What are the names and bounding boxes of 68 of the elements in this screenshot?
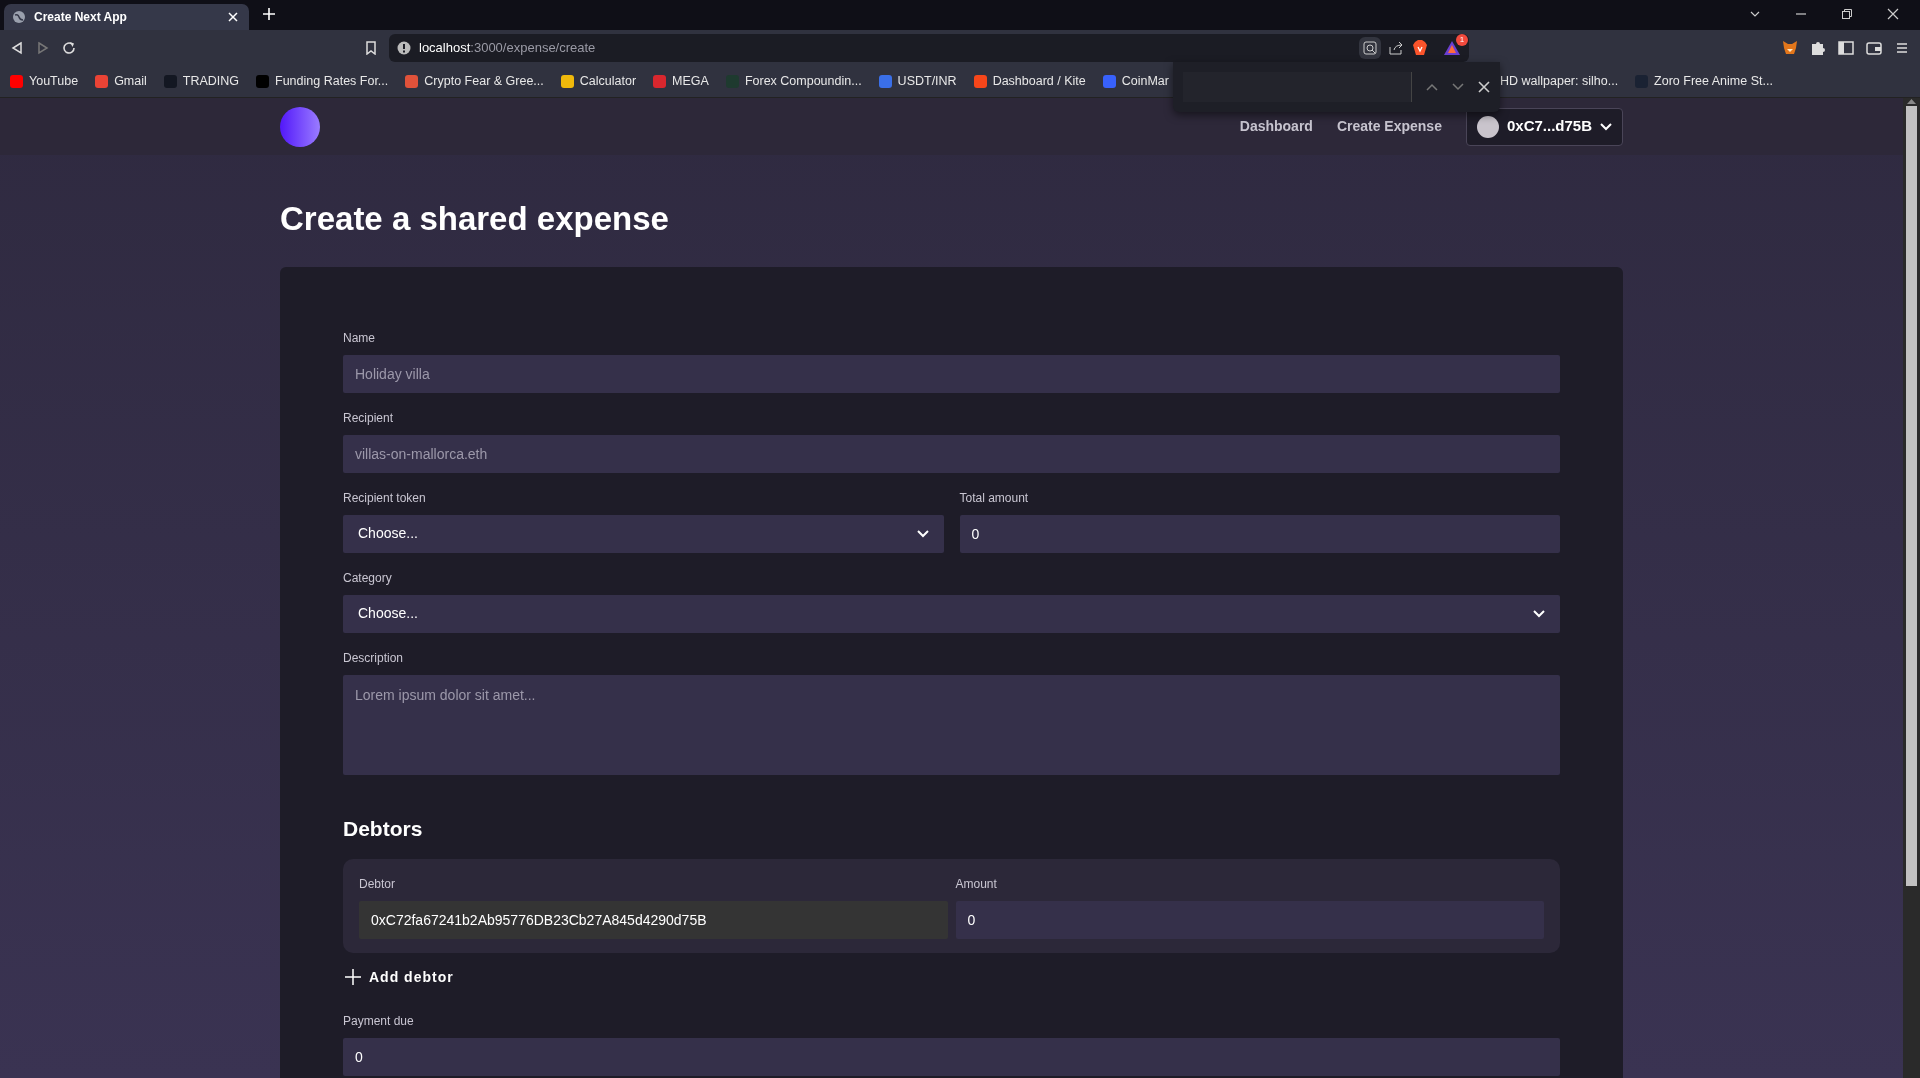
- bookmark[interactable]: CoinMar: [1102, 72, 1169, 91]
- info-icon: [397, 41, 411, 55]
- input-field[interactable]: 0xC72fa67241b2Ab95776DB23Cb27A845d4290d75B: [359, 900, 948, 939]
- chevron-down-icon[interactable]: [1452, 83, 1464, 91]
- restore-icon[interactable]: [1841, 8, 1853, 20]
- plus-icon: [345, 969, 361, 986]
- bookmark[interactable]: MEGA: [653, 72, 709, 91]
- bookmark-icon[interactable]: [365, 41, 377, 55]
- close-icon[interactable]: [1478, 81, 1490, 93]
- input-field[interactable]: 0: [343, 1037, 1560, 1076]
- address-bar[interactable]: localhost:3000/expense/create 1: [389, 34, 1469, 62]
- field-label: Recipient: [343, 409, 395, 427]
- tab-title: Create Next App: [34, 9, 128, 26]
- section-heading: Debtors: [343, 815, 424, 841]
- field-label: Amount: [955, 875, 998, 893]
- input-field[interactable]: 0: [959, 514, 1560, 553]
- close-icon[interactable]: [1887, 8, 1899, 20]
- logo[interactable]: [280, 106, 320, 147]
- field-label: Debtor: [359, 875, 397, 893]
- puzzle-icon[interactable]: [1810, 40, 1826, 56]
- chevron-down-icon: [1533, 609, 1545, 618]
- browser-tab[interactable]: Create Next App: [4, 4, 249, 30]
- chevron-up-icon[interactable]: [1426, 83, 1438, 91]
- bookmark[interactable]: Forex Compoundin...: [725, 72, 862, 91]
- input-field[interactable]: Holiday villa: [343, 354, 1560, 393]
- field-label: Name: [343, 329, 376, 347]
- nav-link[interactable]: Dashboard: [1239, 116, 1313, 137]
- bookmark[interactable]: Funding Rates For...: [256, 72, 389, 91]
- url-text: localhost:3000/expense/create: [419, 39, 596, 58]
- chevron-down-icon: [1600, 122, 1612, 131]
- account-button[interactable]: 0xC7...d75B: [1465, 107, 1623, 146]
- bookmark[interactable]: Zoro Free Anime St...: [1635, 72, 1773, 91]
- sidebar-icon[interactable]: [1838, 40, 1854, 56]
- select-field[interactable]: Choose...: [343, 594, 1560, 633]
- bookmark[interactable]: TRADING: [163, 72, 240, 91]
- bookmark[interactable]: Gmail: [95, 72, 147, 91]
- input-field[interactable]: 0: [955, 900, 1544, 939]
- triangle-icon[interactable]: [1443, 40, 1461, 56]
- share-icon[interactable]: [1389, 41, 1405, 55]
- bookmark[interactable]: USDT/INR: [878, 72, 957, 91]
- menu-icon[interactable]: [1894, 40, 1910, 56]
- notification-badge: 1: [1456, 34, 1468, 46]
- scroll-thumb[interactable]: [1906, 106, 1917, 886]
- scrollbar[interactable]: [1903, 98, 1920, 1078]
- reload-icon[interactable]: [62, 41, 76, 55]
- page-title: Create a shared expense: [280, 199, 670, 239]
- globe-icon: [12, 10, 26, 24]
- field-label: Recipient token: [343, 489, 427, 507]
- lens-icon[interactable]: [1363, 41, 1377, 55]
- bookmark[interactable]: Dashboard / Kite: [973, 72, 1086, 91]
- forward-icon[interactable]: [36, 41, 50, 55]
- chevron-down-icon: [916, 529, 929, 538]
- wallet-icon[interactable]: [1866, 40, 1882, 56]
- add-debtor-button[interactable]: Add debtor: [343, 966, 456, 988]
- nav-link[interactable]: Create Expense: [1336, 116, 1442, 137]
- field-label: Category: [343, 569, 393, 587]
- input-field[interactable]: villas-on-mallorca.eth: [343, 434, 1560, 473]
- find-field[interactable]: [1183, 72, 1412, 102]
- field-label: Total amount: [959, 489, 1030, 507]
- select-field[interactable]: Choose...: [343, 514, 944, 553]
- bookmark[interactable]: Calculator: [560, 72, 637, 91]
- bookmark[interactable]: HD wallpaper: silho...: [1500, 72, 1619, 91]
- bookmark[interactable]: YouTube: [10, 72, 79, 91]
- bookmark[interactable]: Crypto Fear & Gree...: [405, 72, 544, 91]
- field-label: Description: [343, 649, 405, 667]
- back-icon[interactable]: [10, 41, 24, 55]
- textarea-field[interactable]: Lorem ipsum dolor sit amet...: [343, 674, 1560, 775]
- field-label: Payment due: [343, 1012, 415, 1030]
